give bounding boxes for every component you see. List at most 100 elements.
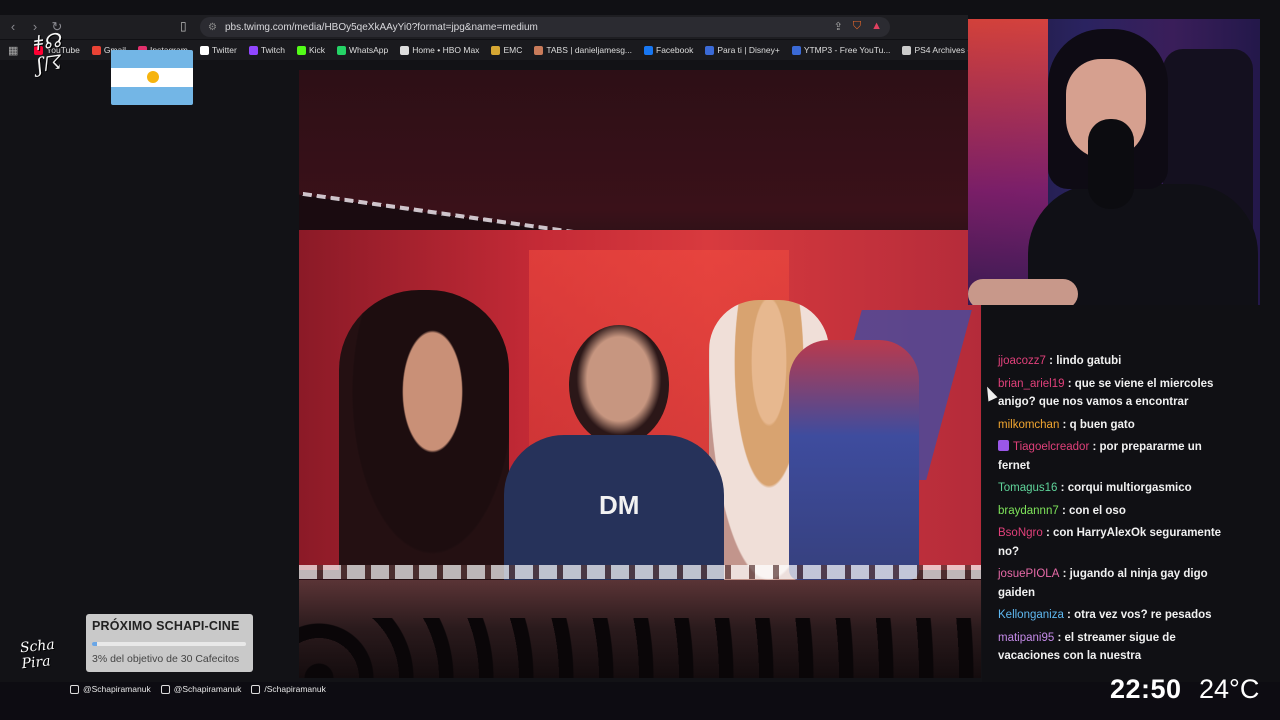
ytmp3-icon <box>791 45 801 55</box>
goal-subtitle: 3% del objetivo de 30 Cafecitos <box>92 653 240 665</box>
photo-crowd <box>299 580 981 678</box>
chat-username[interactable]: jjoacozz7 <box>998 355 1046 367</box>
chat-message: Kellonganiza : otra vez vos? re pesados <box>998 606 1230 625</box>
tabs-icon <box>534 45 544 55</box>
bookmark-label: EMC <box>503 45 523 55</box>
chat-separator: : <box>1045 355 1057 367</box>
chat-separator: : <box>1042 527 1053 539</box>
social-handle: @Schapiramanuk <box>173 684 242 694</box>
clock: 22:50 <box>1110 674 1182 704</box>
bookmark-label: Twitter <box>211 45 237 55</box>
goal-progress-bar <box>92 642 246 646</box>
chat-username[interactable]: matipani95 <box>998 632 1054 644</box>
social-link: @Schapiramanuk <box>160 684 242 694</box>
share-icon[interactable]: ⇪ <box>834 20 843 33</box>
mouse-cursor <box>982 384 998 402</box>
bookmark-label: Kick <box>308 45 325 55</box>
site-settings-icon[interactable]: ⚙ <box>208 22 217 33</box>
social-handle: @Schapiramanuk <box>83 684 151 694</box>
streamer-webcam <box>968 19 1260 305</box>
bookmark-item[interactable]: Facebook <box>644 45 693 55</box>
chat-message: josuePIOLA : jugando al ninja gay digo g… <box>998 565 1230 602</box>
chat-separator: : <box>1058 504 1069 517</box>
bookmark-icon[interactable]: ▯ <box>180 19 187 33</box>
photo-person-center: DM <box>504 325 724 585</box>
microphone <box>1088 119 1134 209</box>
goal-progress-fill <box>92 642 97 646</box>
bookmark-label: Home • HBO Max <box>412 45 480 55</box>
social-link: /Schapiramanuk <box>251 684 326 694</box>
url-text[interactable]: pbs.twimg.com/media/HBOy5qeXkAAyYi0?form… <box>225 22 538 33</box>
twitch-icon <box>248 45 258 55</box>
chat-separator: : <box>1064 377 1075 390</box>
chat-message: jjoacozz7 : lindo gatubi <box>998 352 1230 371</box>
browser-toolbar: ‹ › ↻ ▯ ⚙ pbs.twimg.com/media/HBOy5qeXkA… <box>0 15 968 39</box>
stream-frame: ‹ › ↻ ▯ ⚙ pbs.twimg.com/media/HBOy5qeXkA… <box>0 0 1280 720</box>
youtube-icon <box>251 684 261 694</box>
chat-text: lindo gatubi <box>1056 355 1122 367</box>
chat-message: BsoNgro : con HarryAlexOk seguramente no… <box>998 524 1230 561</box>
social-links: @Schapiramanuk @Schapiramanuk/Schapiraman… <box>70 683 326 695</box>
bookmark-item[interactable]: Twitch <box>248 45 285 55</box>
apps-grid-icon[interactable]: ▦ <box>8 44 18 57</box>
chat-separator: : <box>1063 609 1075 621</box>
brave-rewards-icon[interactable]: ▲ <box>871 20 882 33</box>
bookmark-item[interactable]: TABS | danieljamesg... <box>534 45 632 55</box>
chat-text: q buen gato <box>1069 418 1135 431</box>
address-bar[interactable]: ⚙ pbs.twimg.com/media/HBOy5qeXkAAyYi0?fo… <box>200 17 890 37</box>
channel-logo-top: ǂ☊ ʃ☈ <box>32 27 63 78</box>
chat-separator: : <box>1089 441 1100 453</box>
social-handle: /Schapiramanuk <box>264 684 326 694</box>
goal-title: PRÓXIMO SCHAPI-CINE <box>92 619 240 633</box>
chat-message: Tiagoelcreador : por prepararme un ferne… <box>998 438 1230 475</box>
bookmark-item[interactable]: EMC <box>491 45 522 55</box>
bookmark-item[interactable]: Kick <box>296 45 325 55</box>
bookmark-item[interactable]: Home • HBO Max <box>400 45 479 55</box>
x-icon <box>199 45 209 55</box>
chat-message: milkomchan : q buen gato <box>998 416 1230 435</box>
concert-photo: DM <box>299 70 981 678</box>
bookmark-label: TABS | danieljamesg... <box>546 45 633 55</box>
brave-shield-icon[interactable]: ⛉ <box>853 20 861 33</box>
chat-username[interactable]: Tiagoelcreador <box>1013 441 1089 453</box>
bookmark-label: WhatsApp <box>349 45 389 55</box>
temperature: 24°C <box>1199 674 1260 704</box>
chat-username[interactable]: braydannn7 <box>998 505 1059 517</box>
bookmark-item[interactable]: Para ti | Disney+ <box>705 45 780 55</box>
instagram-icon <box>70 684 79 694</box>
photo-person-left <box>339 290 509 580</box>
bookmark-item[interactable]: YTMP3 - Free YouTu... <box>791 45 890 55</box>
chat-panel: jjoacozz7 : lindo gatubi brian_ariel19 : … <box>998 352 1230 670</box>
chat-message: matipani95 : el streamer sigue de vacaci… <box>998 629 1230 666</box>
chat-username[interactable]: Tomagus16 <box>998 482 1057 494</box>
chat-message: Tomagus16 : corqui multiorgasmico <box>998 479 1230 498</box>
chat-message: braydannn7 : con el oso <box>998 502 1230 521</box>
chat-text: otra vez vos? re pesados <box>1074 609 1212 621</box>
chat-username[interactable]: brian_ariel19 <box>998 378 1065 390</box>
chat-separator: : <box>1059 568 1070 580</box>
bookmark-item[interactable]: PS4 Archives - Dow... <box>902 45 968 55</box>
bookmark-label: PS4 Archives - Dow... <box>914 45 968 55</box>
chat-text: corqui multiorgasmico <box>1067 482 1192 494</box>
chat-message: brian_ariel19 : que se viene el miercole… <box>998 375 1230 412</box>
bookmark-item[interactable]: WhatsApp <box>337 45 388 55</box>
argentina-flag <box>111 50 193 105</box>
bookmark-item[interactable]: Twitter <box>199 45 237 55</box>
chat-username[interactable]: Kellonganiza <box>998 609 1064 621</box>
chat-username[interactable]: josuePIOLA <box>998 568 1059 580</box>
twitter-icon <box>160 684 170 694</box>
chat-separator: : <box>1057 482 1068 494</box>
goal-widget: PRÓXIMO SCHAPI-CINE 3% del objetivo de 3… <box>86 614 253 672</box>
chat-username[interactable]: BsoNgro <box>998 527 1043 539</box>
back-icon[interactable]: ‹ <box>4 18 22 36</box>
facebook-icon <box>644 45 654 55</box>
chat-username[interactable]: milkomchan <box>998 419 1059 431</box>
bookmark-label: Para ti | Disney+ <box>717 45 780 55</box>
kick-icon <box>296 45 306 55</box>
ps4-icon <box>902 45 912 55</box>
social-link: @Schapiramanuk <box>70 684 151 694</box>
shirt-logo: DM <box>599 490 640 520</box>
subscriber-badge-icon <box>998 440 1009 451</box>
chat-separator: : <box>1059 418 1070 431</box>
bookmark-label: Facebook <box>656 45 694 55</box>
